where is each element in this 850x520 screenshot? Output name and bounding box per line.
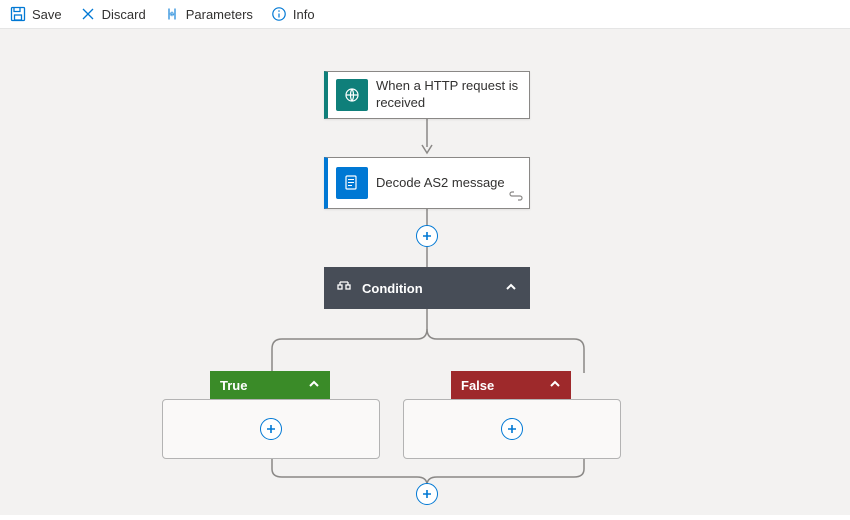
svg-text:@: @ — [169, 12, 174, 18]
add-step-button[interactable] — [416, 225, 438, 247]
trigger-http-request[interactable]: When a HTTP request is received — [324, 71, 530, 119]
save-icon — [10, 6, 26, 22]
link-icon — [509, 189, 523, 204]
toolbar: Save Discard @ Parameters Info — [0, 0, 850, 29]
chevron-up-icon — [549, 378, 561, 393]
action-decode-as2[interactable]: Decode AS2 message — [324, 157, 530, 209]
save-button[interactable]: Save — [10, 6, 62, 22]
trigger-label: When a HTTP request is received — [376, 78, 529, 112]
parameters-label: Parameters — [186, 7, 253, 22]
parameters-icon: @ — [164, 6, 180, 22]
designer-canvas: When a HTTP request is received Decode A… — [0, 29, 850, 515]
save-label: Save — [32, 7, 62, 22]
discard-button[interactable]: Discard — [80, 6, 146, 22]
connector-arrow — [420, 119, 434, 157]
info-label: Info — [293, 7, 315, 22]
http-icon — [336, 79, 368, 111]
condition-icon — [336, 279, 352, 298]
branch-false-container — [403, 399, 621, 459]
close-icon — [80, 6, 96, 22]
branch-false-label: False — [461, 378, 494, 393]
branch-true-header[interactable]: True — [210, 371, 330, 399]
branch-false-header[interactable]: False — [451, 371, 571, 399]
chevron-up-icon — [504, 280, 518, 297]
parameters-button[interactable]: @ Parameters — [164, 6, 253, 22]
condition-node[interactable]: Condition — [324, 267, 530, 309]
add-step-after-condition-button[interactable] — [416, 483, 438, 505]
chevron-up-icon — [308, 378, 320, 393]
condition-label: Condition — [362, 281, 423, 296]
add-action-true-button[interactable] — [260, 418, 282, 440]
action-label: Decode AS2 message — [376, 175, 513, 192]
connector-line — [426, 247, 428, 267]
discard-label: Discard — [102, 7, 146, 22]
document-icon — [336, 167, 368, 199]
info-icon — [271, 6, 287, 22]
info-button[interactable]: Info — [271, 6, 315, 22]
add-action-false-button[interactable] — [501, 418, 523, 440]
branch-connector — [260, 309, 595, 375]
branch-true-label: True — [220, 378, 247, 393]
branch-true-container — [162, 399, 380, 459]
